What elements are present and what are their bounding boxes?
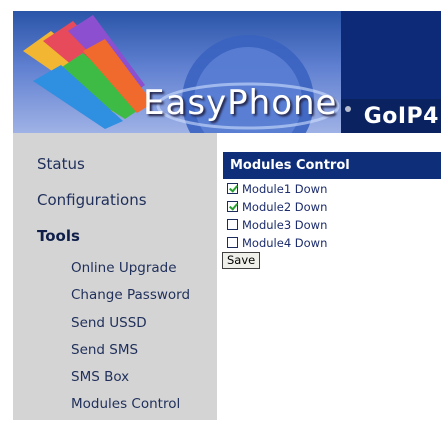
module4-row[interactable]: Module4 Down xyxy=(227,234,327,251)
sidebar-subitem-send-ussd[interactable]: Send USSD xyxy=(71,315,147,331)
sidebar-item-configurations[interactable]: Configurations xyxy=(37,191,147,209)
module1-checkbox[interactable] xyxy=(227,183,238,194)
sidebar-item-tools[interactable]: Tools xyxy=(37,227,80,245)
sidebar-subitem-send-sms[interactable]: Send SMS xyxy=(71,342,138,358)
module3-checkbox[interactable] xyxy=(227,219,238,230)
module1-row[interactable]: Module1 Down xyxy=(227,180,327,197)
page: EasyPhone GoIP4 Status Configurations To… xyxy=(0,0,448,426)
product-name: GoIP4 xyxy=(363,104,439,129)
module1-label: Module1 Down xyxy=(242,181,328,196)
module2-row[interactable]: Module2 Down xyxy=(227,198,327,215)
module2-checkbox[interactable] xyxy=(227,201,238,212)
sidebar-subitem-change-password[interactable]: Change Password xyxy=(71,287,190,303)
header-banner: EasyPhone GoIP4 xyxy=(13,11,441,133)
module2-label: Module2 Down xyxy=(242,199,328,214)
sidebar: Status Configurations Tools Online Upgra… xyxy=(13,133,217,420)
logo-bars-icon xyxy=(23,15,153,129)
panel-title: Modules Control xyxy=(223,152,441,179)
sidebar-subitem-modules-control[interactable]: Modules Control xyxy=(71,396,180,412)
banner-logo-text: EasyPhone xyxy=(143,83,338,123)
module4-checkbox[interactable] xyxy=(227,237,238,248)
sidebar-subitem-online-upgrade[interactable]: Online Upgrade xyxy=(71,260,177,276)
sidebar-subitem-sms-box[interactable]: SMS Box xyxy=(71,369,129,385)
module3-label: Module3 Down xyxy=(242,217,328,232)
module4-label: Module4 Down xyxy=(242,235,328,250)
sidebar-item-status[interactable]: Status xyxy=(37,155,85,173)
module3-row[interactable]: Module3 Down xyxy=(227,216,327,233)
save-button[interactable]: Save xyxy=(222,252,261,269)
